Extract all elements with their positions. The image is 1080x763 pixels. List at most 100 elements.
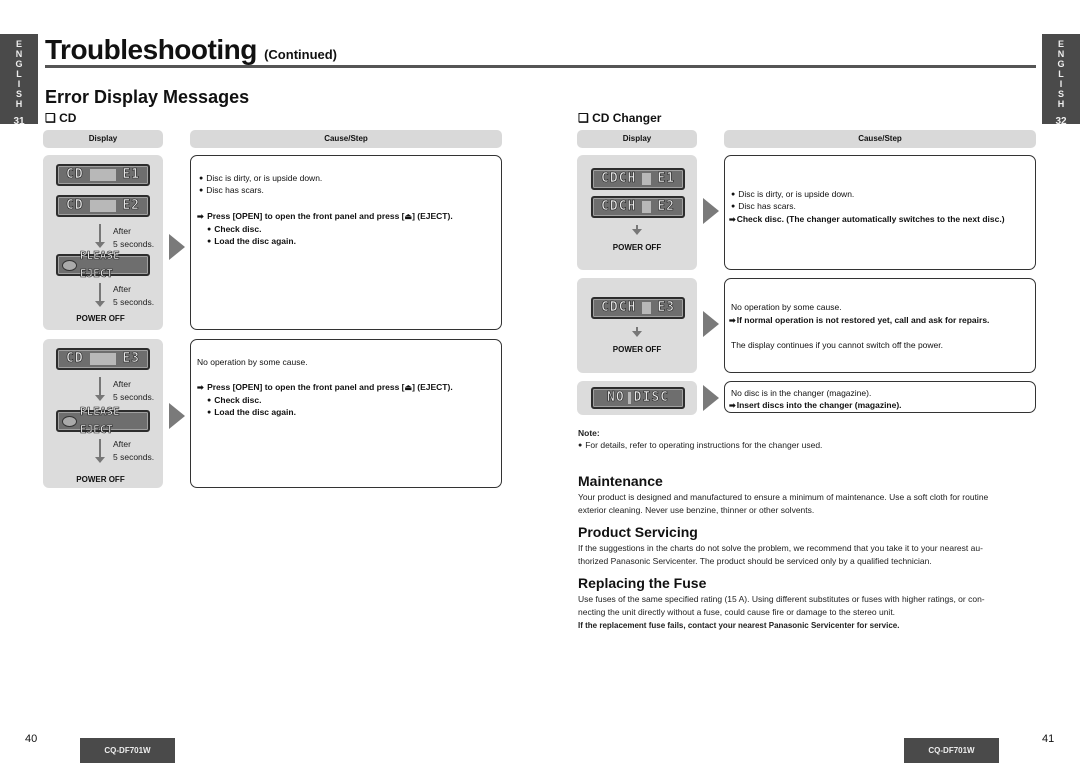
substep-item: Load the disc again. — [207, 407, 296, 417]
lcd-text: CDCH — [601, 171, 637, 187]
arrow-right-icon — [169, 234, 185, 260]
tab-letter: S — [1057, 89, 1064, 99]
lcd-text: E3 — [657, 300, 675, 316]
tab-letter: L — [16, 69, 22, 79]
cause-item: Disc has scars. — [731, 201, 796, 211]
tab-letter: H — [1057, 99, 1065, 109]
tab-letter: N — [1057, 49, 1065, 59]
after-delay-text: After 5 seconds. — [113, 438, 154, 464]
page-number-right: 41 — [1042, 733, 1055, 745]
lcd-text: E3 — [122, 351, 140, 367]
lcd-no-disc: NO DISC — [591, 387, 685, 409]
down-arrow-icon — [632, 225, 642, 235]
cause-item: Disc has scars. — [199, 185, 264, 195]
lcd-text: DISC — [633, 390, 669, 406]
power-off-label: POWER OFF — [612, 243, 662, 252]
para-line: Use fuses of the same specified rating (… — [578, 594, 985, 604]
after-seconds: 5 seconds. — [113, 452, 155, 462]
lcd-text: CD — [66, 351, 84, 367]
model-label-right: CQ-DF701W — [904, 738, 999, 763]
step-prefix: Press [OPEN] to open the front panel and… — [207, 211, 405, 221]
subsection-cd-changer: ❑ CD Changer — [578, 111, 662, 125]
lcd-text: E2 — [122, 198, 140, 214]
language-tab-right: E N G L I S H 32 — [1042, 34, 1080, 127]
col-header-cause: Cause/Step — [724, 130, 1036, 148]
page-title: Troubleshooting (Continued) — [45, 34, 337, 66]
step-suffix: ] (EJECT). — [412, 211, 453, 221]
eject-icon: ⏏ — [404, 212, 413, 221]
substep-item: Check disc. — [207, 395, 261, 405]
page-number-left: 40 — [25, 733, 38, 745]
lcd-text: E1 — [657, 171, 675, 187]
lcd-cdch-e2: CDCH E2 — [591, 196, 685, 218]
col-header-cause: Cause/Step — [190, 130, 502, 148]
down-arrow-icon — [632, 327, 642, 337]
cause-box-cdch-e3: No operation by some cause. If normal op… — [724, 278, 1036, 373]
tab-letter: I — [17, 79, 21, 89]
col-header-display: Display — [43, 130, 163, 148]
cause-box-no-disc: No disc is in the changer (magazine). In… — [724, 381, 1036, 413]
tab-letter: G — [15, 59, 23, 69]
tab-letter: E — [15, 39, 22, 49]
servicing-title: Product Servicing — [578, 524, 698, 540]
power-off-label: POWER OFF — [76, 475, 125, 484]
fuse-text: Use fuses of the same specified rating (… — [578, 593, 1038, 632]
title-continued: (Continued) — [264, 47, 338, 62]
para-line: thorized Panasonic Servicenter. The prod… — [578, 556, 932, 566]
lcd-cd-e2: CD E2 — [56, 195, 150, 217]
down-arrow-icon — [95, 283, 105, 307]
title-text: Troubleshooting — [45, 34, 257, 65]
lcd-text: CDCH — [601, 199, 637, 215]
substep-item: Load the disc again. — [207, 236, 296, 246]
lcd-text: E1 — [122, 167, 140, 183]
step-prefix: Press [OPEN] to open the front panel and… — [207, 382, 405, 392]
title-divider — [45, 65, 1036, 68]
display-panel-cdch-e3 — [577, 278, 697, 373]
lcd-cd-e3: CD E3 — [56, 348, 150, 370]
cause-item: Disc is dirty, or is upside down. — [731, 189, 854, 199]
cause-box-cd-e3: No operation by some cause. Press [OPEN]… — [190, 339, 502, 488]
after-label: After — [113, 379, 131, 389]
step-text: Press [OPEN] to open the front panel and… — [197, 211, 453, 221]
model-label-left: CQ-DF701W — [80, 738, 175, 763]
tab-letter: L — [1058, 69, 1064, 79]
section-page-number: 32 — [1055, 116, 1067, 127]
cause-box-cdch-e1-e2: Disc is dirty, or is upside down. Disc h… — [724, 155, 1036, 270]
after-seconds: 5 seconds. — [113, 297, 155, 307]
maintenance-text: Your product is designed and manufacture… — [578, 491, 1038, 517]
power-off-label: POWER OFF — [612, 345, 662, 354]
after-label: After — [113, 284, 131, 294]
disc-icon — [62, 259, 77, 271]
down-arrow-icon — [95, 377, 105, 401]
down-arrow-icon — [95, 224, 105, 248]
down-arrow-icon — [95, 439, 105, 463]
para-line: Your product is designed and manufacture… — [578, 492, 989, 502]
note-text: For details, refer to operating instruct… — [578, 439, 822, 453]
lcd-cdch-e3: CDCH E3 — [591, 297, 685, 319]
step-text: Check disc. (The changer automatically s… — [729, 214, 1005, 224]
lcd-please-eject: PLEASE EJECT — [56, 249, 150, 280]
lcd-text: CDCH — [601, 300, 637, 316]
after-label: After — [113, 439, 131, 449]
cause-item: No disc is in the changer (magazine). — [731, 388, 872, 398]
cause-note: The display continues if you cannot swit… — [731, 340, 943, 350]
after-label: After — [113, 226, 131, 236]
cause-item: Disc is dirty, or is upside down. — [199, 173, 322, 183]
tab-letter: H — [15, 99, 23, 109]
lcd-text: PLEASE EJECT — [79, 249, 120, 281]
para-line: If the suggestions in the charts do not … — [578, 543, 983, 553]
tab-letter: S — [15, 89, 22, 99]
fuse-warning: If the replacement fuse fails, contact y… — [578, 621, 900, 630]
disc-icon — [62, 415, 77, 427]
arrow-right-icon — [703, 198, 719, 224]
arrow-right-icon — [703, 311, 719, 337]
step-text: Insert discs into the changer (magazine)… — [729, 400, 902, 410]
lcd-text: PLEASE EJECT — [79, 405, 120, 437]
section-page-number: 31 — [13, 116, 25, 127]
arrow-right-icon — [169, 403, 185, 429]
lcd-cdch-e1: CDCH E1 — [591, 168, 685, 190]
col-header-display: Display — [577, 130, 697, 148]
lcd-please-eject: PLEASE EJECT — [56, 405, 150, 436]
step-suffix: ] (EJECT). — [412, 382, 453, 392]
tab-letter: E — [1057, 39, 1064, 49]
